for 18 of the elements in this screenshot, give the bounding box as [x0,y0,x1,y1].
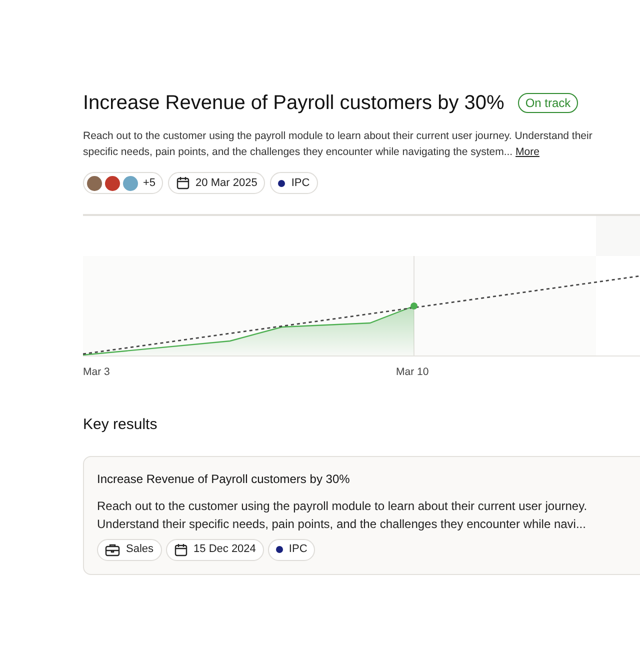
key-result-title: Increase Revenue of Payroll customers by 30% [97,470,351,488]
more-link[interactable]: More [516,146,540,158]
key-result-description: Reach out to the customer using the payroll module to learn about their current user journey. Understand their specific needs, pain points, and the challenges they encounter while navi... [97,498,588,532]
owners-chip: +5 [83,172,163,194]
goal-title: Increase Revenue of Payroll customers by 30% [83,91,504,116]
axis-label: Mar 10 [396,365,429,380]
status-badge: On track [518,93,578,113]
team-tag: IPC [270,172,318,194]
team-tag: IPC [268,538,316,560]
goal-description: Reach out to the customer using the payroll module to learn about their current user journey. Understand their specific needs, pain points, and the challenges they encounter while navigating the system... More [83,129,594,160]
axis-label: Mar 3 [83,365,110,380]
calendar-icon [176,176,190,190]
department-chip: Sales [97,538,162,560]
calendar-icon [174,542,188,556]
briefcase-icon [105,542,120,556]
due-date-chip: 20 Mar 2025 [168,172,266,194]
section-heading: Key results [83,415,158,435]
date-chip: 15 Dec 2024 [166,538,264,560]
